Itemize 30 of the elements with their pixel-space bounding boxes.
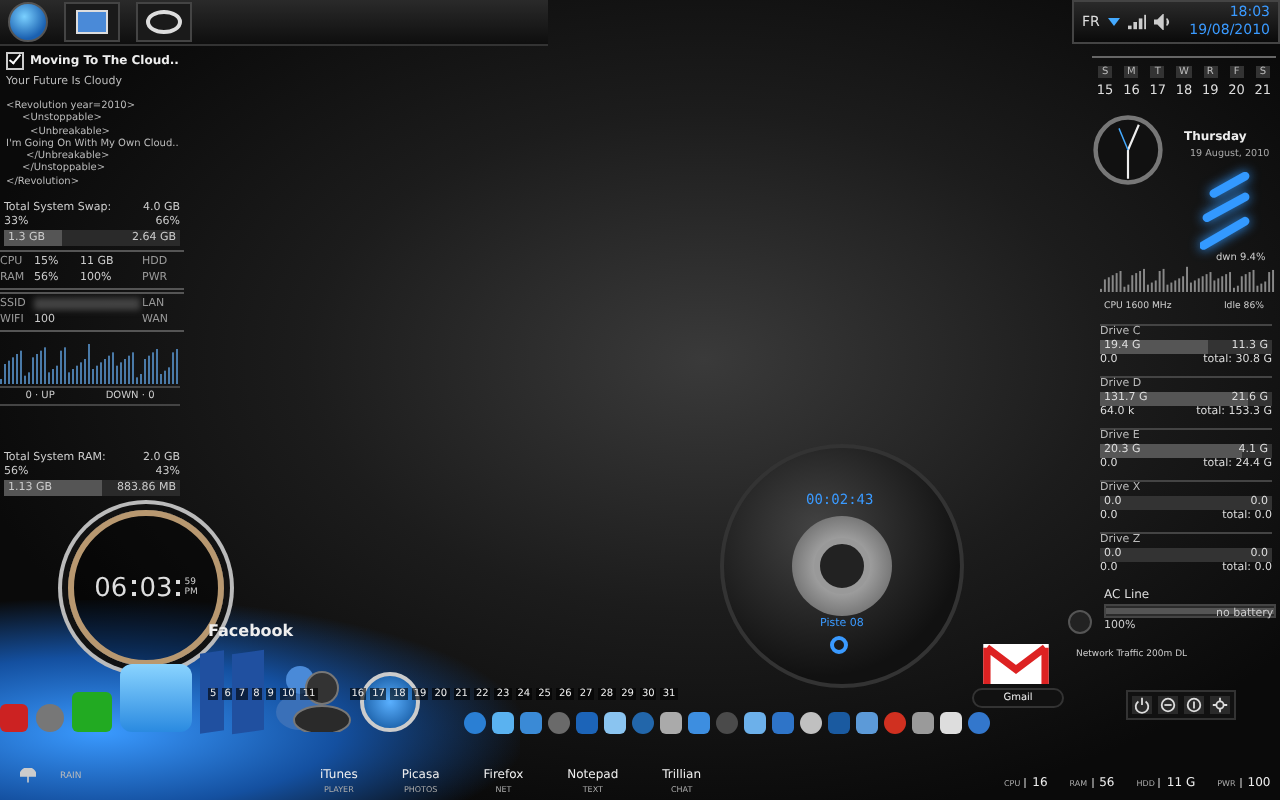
app-icon[interactable]: [604, 712, 626, 734]
blurred-text: [34, 298, 140, 310]
signal-icon[interactable]: [1127, 14, 1146, 30]
app-icon[interactable]: [940, 712, 962, 734]
people-icon[interactable]: [272, 664, 352, 732]
start-button[interactable]: [8, 2, 48, 42]
app-icon[interactable]: [660, 712, 682, 734]
monitor-icon[interactable]: [64, 2, 120, 42]
app-icon[interactable]: [744, 712, 766, 734]
info-icon[interactable]: [1184, 696, 1204, 714]
speaker-icon[interactable]: [1153, 14, 1172, 30]
app-icon[interactable]: [912, 712, 934, 734]
dropdown-icon[interactable]: [1107, 18, 1120, 26]
envelope-icon[interactable]: [980, 644, 1052, 684]
checkbox[interactable]: [6, 52, 24, 70]
clock-minutes: 03: [139, 573, 173, 603]
analog-clock: [1092, 114, 1164, 186]
app-icon[interactable]: [800, 712, 822, 734]
eye-icon[interactable]: [136, 2, 192, 42]
target-icon[interactable]: [830, 636, 848, 654]
gear-icon[interactable]: [1210, 696, 1230, 714]
app-icon[interactable]: [492, 712, 514, 734]
minus-icon[interactable]: [1158, 696, 1178, 714]
knob-icon: [1068, 610, 1092, 634]
app-icon[interactable]: [856, 712, 878, 734]
umbrella-icon: [20, 768, 36, 784]
clock-hours: 06: [94, 573, 128, 603]
colon-icon: [176, 580, 181, 596]
power-icon[interactable]: [1132, 696, 1152, 714]
colon-icon: [131, 580, 136, 596]
